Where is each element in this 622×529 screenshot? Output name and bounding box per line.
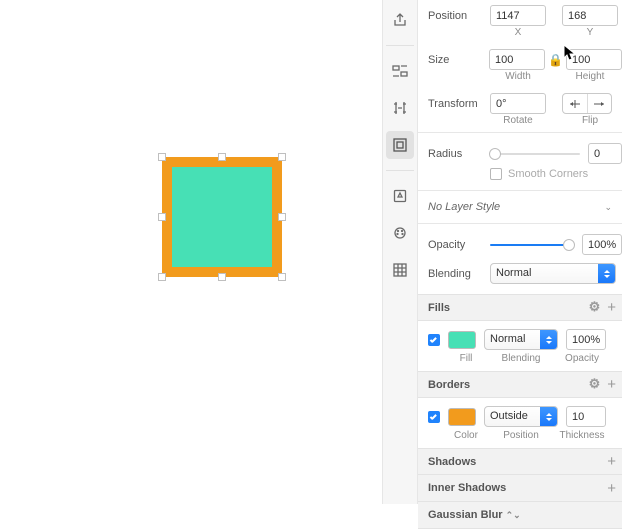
shadows-section-header[interactable]: Shadows (418, 448, 622, 475)
add-border-button[interactable] (607, 376, 616, 393)
style-icon[interactable] (386, 182, 414, 210)
fills-section-header[interactable]: Fills (418, 294, 622, 321)
inspector-tabstrip (382, 0, 418, 504)
fill-blending-label: Blending (484, 353, 558, 364)
resize-handle-ml[interactable] (158, 213, 166, 221)
flip-sublabel: Flip (562, 115, 618, 126)
add-shadow-button[interactable] (607, 453, 616, 470)
resize-handle-bl[interactable] (158, 273, 166, 281)
add-inner-shadow-button[interactable] (607, 480, 616, 497)
caret-icon (540, 407, 557, 426)
resize-handle-tr[interactable] (278, 153, 286, 161)
size-height-input[interactable] (566, 49, 622, 70)
flip-group (562, 93, 612, 114)
blending-select[interactable]: Normal (490, 263, 616, 284)
fill-opacity-input[interactable] (566, 329, 606, 350)
size-width-input[interactable] (489, 49, 545, 70)
frame-icon[interactable] (386, 131, 414, 159)
shape-fill (172, 167, 272, 267)
inner-shadows-section-header[interactable]: Inner Shadows (418, 475, 622, 502)
gear-icon[interactable] (589, 299, 601, 316)
opacity-label: Opacity (428, 239, 490, 251)
fill-label: Fill (448, 353, 484, 364)
flip-vertical-button[interactable] (587, 94, 612, 113)
inspector-panel: Position X Y Size 🔒 Width Height Transfo… (418, 0, 622, 504)
opacity-input[interactable] (582, 234, 622, 255)
layout-icon[interactable] (386, 94, 414, 122)
resize-handle-br[interactable] (278, 273, 286, 281)
lock-icon[interactable]: 🔒 (545, 53, 566, 67)
border-thickness-input[interactable] (566, 406, 606, 427)
grid-icon[interactable] (386, 256, 414, 284)
resize-handle-mr[interactable] (278, 213, 286, 221)
position-label: Position (428, 10, 490, 22)
selected-shape[interactable] (162, 157, 282, 277)
border-color-swatch[interactable] (448, 408, 476, 426)
resize-handle-tm[interactable] (218, 153, 226, 161)
blur-section-header[interactable]: Gaussian Blur ⌃⌄ (418, 502, 622, 529)
layer-style-select[interactable]: No Layer Style (428, 201, 500, 213)
flip-horizontal-button[interactable] (563, 94, 587, 113)
caret-icon (598, 264, 615, 283)
radius-input[interactable] (588, 143, 622, 164)
radius-label: Radius (428, 148, 490, 160)
fill-opacity-label: Opacity (558, 353, 606, 364)
position-x-sublabel: X (490, 27, 546, 38)
caret-icon (540, 330, 557, 349)
transform-label: Transform (428, 98, 490, 110)
border-position-select[interactable]: Outside (484, 406, 558, 427)
borders-section-header[interactable]: Borders (418, 371, 622, 398)
smooth-corners-checkbox[interactable] (490, 168, 502, 180)
position-y-sublabel: Y (562, 27, 618, 38)
border-position-label: Position (484, 430, 558, 441)
resize-handle-bm[interactable] (218, 273, 226, 281)
share-icon[interactable] (386, 6, 414, 34)
width-sublabel: Width (490, 71, 546, 82)
add-fill-button[interactable] (607, 299, 616, 316)
border-color-label: Color (448, 430, 484, 441)
align-icon[interactable] (386, 57, 414, 85)
size-label: Size (428, 54, 489, 66)
blending-label: Blending (428, 268, 490, 280)
position-y-input[interactable] (562, 5, 618, 26)
chevron-icon: ⌃⌄ (506, 510, 521, 521)
rotate-sublabel: Rotate (490, 115, 546, 126)
gear-icon[interactable] (589, 376, 601, 393)
height-sublabel: Height (562, 71, 618, 82)
resize-handle-tl[interactable] (158, 153, 166, 161)
appearance-icon[interactable] (386, 219, 414, 247)
chevron-down-icon: ⌄ (604, 202, 612, 213)
fill-color-swatch[interactable] (448, 331, 476, 349)
fill-blend-select[interactable]: Normal (484, 329, 558, 350)
border-thickness-label: Thickness (558, 430, 606, 441)
fill-enabled-checkbox[interactable] (428, 334, 440, 346)
border-enabled-checkbox[interactable] (428, 411, 440, 423)
radius-slider[interactable] (490, 147, 580, 161)
canvas-area[interactable] (0, 0, 382, 504)
smooth-corners-label: Smooth Corners (508, 168, 588, 180)
opacity-slider[interactable] (490, 238, 574, 252)
rotate-input[interactable] (490, 93, 546, 114)
position-x-input[interactable] (490, 5, 546, 26)
